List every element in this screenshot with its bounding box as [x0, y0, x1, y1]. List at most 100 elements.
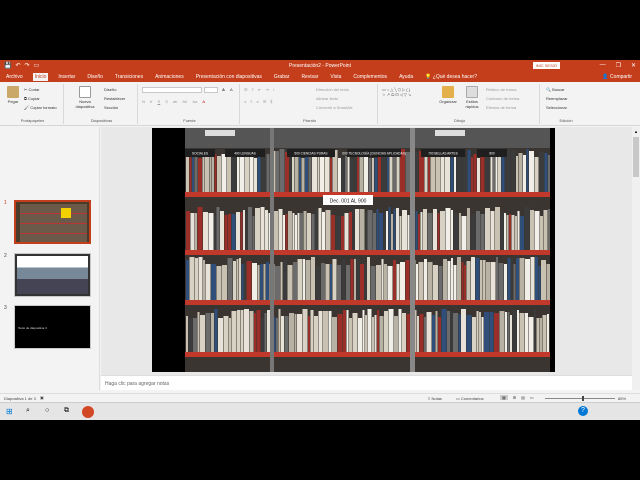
bold-icon[interactable]: N: [142, 99, 145, 104]
shadow-icon[interactable]: ab: [173, 99, 177, 104]
slide-thumbnail-2[interactable]: [14, 253, 91, 297]
book-spine: [227, 258, 233, 300]
align-center-icon[interactable]: ≡: [250, 99, 252, 104]
case-icon[interactable]: Aa: [192, 99, 197, 104]
strikethrough-icon[interactable]: S: [165, 99, 168, 104]
book-spine: [519, 313, 525, 352]
arrange-button[interactable]: Organizar: [436, 86, 460, 104]
align-text-button[interactable]: Alinear texto: [316, 96, 338, 101]
book-spine: [453, 265, 457, 300]
accessibility-icon[interactable]: ▣: [40, 395, 44, 400]
bullets-icon[interactable]: ☰: [244, 87, 248, 92]
editing-group: 🔍 Buscar Reemplazar Seleccionar Edición: [542, 84, 590, 124]
tab-inicio[interactable]: Inicio: [32, 73, 49, 81]
columns-icon[interactable]: ⫼: [270, 99, 272, 104]
task-view-icon[interactable]: ⧉: [64, 407, 69, 415]
indent-icon[interactable]: ⇤: [258, 87, 261, 92]
font-name-field[interactable]: [142, 87, 202, 93]
zoom-slider[interactable]: [545, 398, 615, 399]
tab-vista[interactable]: Vista: [328, 73, 343, 81]
reset-button[interactable]: Restablecer: [104, 96, 125, 101]
help-icon[interactable]: ?: [578, 406, 588, 416]
cut-label: Cortar: [28, 87, 40, 92]
slideshow-view-icon[interactable]: ▭: [530, 395, 534, 400]
vertical-scrollbar[interactable]: ▲: [632, 127, 640, 390]
slide-thumbnail-3[interactable]: Texto de diapositiva 3: [14, 305, 91, 349]
tab-animaciones[interactable]: Animaciones: [153, 73, 186, 81]
underline-icon[interactable]: S: [158, 99, 161, 104]
tab-insertar[interactable]: Insertar: [56, 73, 77, 81]
book-spine: [284, 316, 289, 352]
outdent-icon[interactable]: ⇥: [265, 87, 268, 92]
tab-revisar[interactable]: Revisar: [299, 73, 320, 81]
tab-ayuda[interactable]: Ayuda: [397, 73, 415, 81]
bookshelf-photo[interactable]: SOCIALES 400 LENGUAS 500 CIENCIAS PURAS 600…: [185, 128, 550, 372]
tab-diseno[interactable]: Diseño: [85, 73, 105, 81]
windows-icon[interactable]: ⊞: [6, 407, 13, 416]
shape-fill-button[interactable]: Relleno de forma: [486, 87, 516, 92]
close-button[interactable]: ✕: [631, 62, 636, 69]
comments-toggle[interactable]: ▭ Comentarios: [456, 396, 484, 401]
search-icon[interactable]: ⌕: [26, 407, 30, 415]
find-button[interactable]: 🔍 Buscar: [546, 87, 565, 92]
share-button[interactable]: 👤 Compartir: [602, 74, 632, 80]
book-spine: [472, 317, 476, 352]
smartart-button[interactable]: Convertir a SmartArt: [316, 105, 352, 110]
minimize-button[interactable]: —: [600, 62, 606, 69]
select-button[interactable]: Seleccionar: [546, 105, 567, 110]
tab-grabar[interactable]: Grabar: [272, 73, 292, 81]
book-spine: [332, 317, 337, 352]
font-size-field[interactable]: [204, 87, 218, 93]
book-spine: [512, 310, 517, 352]
restore-button[interactable]: ❐: [616, 62, 621, 69]
tell-me-search[interactable]: 💡 ¿Qué desea hacer?: [423, 73, 479, 81]
scroll-up-icon[interactable]: ▲: [634, 129, 638, 134]
new-slide-button[interactable]: Nueva diapositiva: [70, 86, 100, 109]
line-spacing-icon[interactable]: ↕: [273, 87, 275, 92]
book-spine: [524, 207, 530, 250]
section-button[interactable]: Sección: [104, 105, 118, 110]
book-spine: [205, 313, 211, 352]
reading-view-icon[interactable]: ▤: [521, 395, 525, 400]
tab-transiciones[interactable]: Transiciones: [113, 73, 145, 81]
numbering-icon[interactable]: ≡: [252, 87, 254, 92]
slide-thumbnail-1[interactable]: [14, 200, 91, 244]
tab-presentacion[interactable]: Presentación con diapositivas: [194, 73, 264, 81]
book-spine: [535, 257, 538, 300]
grow-font-button[interactable]: A: [222, 87, 225, 92]
text-direction-button[interactable]: Dirección del texto: [316, 87, 349, 92]
current-slide[interactable]: SOCIALES 400 LENGUAS 500 CIENCIAS PURAS 600…: [152, 128, 555, 372]
powerpoint-icon[interactable]: [82, 406, 94, 418]
italic-icon[interactable]: K: [150, 99, 153, 104]
shape-effects-button[interactable]: Efectos de forma: [486, 105, 516, 110]
zoom-level[interactable]: 85%: [618, 396, 626, 401]
format-painter-button[interactable]: 🖌 Copiar formato: [24, 105, 57, 110]
font-color-icon[interactable]: A: [202, 99, 205, 104]
normal-view-icon[interactable]: ▦: [500, 395, 508, 400]
layout-button[interactable]: Diseño: [104, 87, 116, 92]
align-left-icon[interactable]: ⫷: [244, 99, 246, 104]
notes-toggle[interactable]: ≡ Notas: [428, 396, 442, 401]
copy-button[interactable]: ⧉ Copiar: [24, 96, 40, 101]
tab-complementos[interactable]: Complementos: [351, 73, 389, 81]
book-spine: [189, 257, 195, 300]
justify-icon[interactable]: ☰: [263, 99, 267, 104]
align-right-icon[interactable]: ⫸: [257, 99, 259, 104]
replace-button[interactable]: Reemplazar: [546, 96, 568, 101]
shape-outline-button[interactable]: Contorno de forma: [486, 96, 519, 101]
spacing-icon[interactable]: AV: [182, 99, 187, 104]
paste-button[interactable]: Pegar: [3, 86, 23, 104]
shrink-font-button[interactable]: A: [230, 87, 233, 92]
cortana-icon[interactable]: ○: [45, 407, 49, 414]
sign-in-button[interactable]: INIC SESIÓ: [532, 62, 560, 69]
zoom-slider-thumb[interactable]: [582, 396, 584, 401]
book-spine: [480, 214, 485, 250]
tab-archivo[interactable]: Archivo: [4, 73, 25, 81]
quick-styles-button[interactable]: Estilos rápidos: [460, 86, 484, 109]
shapes-gallery[interactable]: ▭○△╲⬠▷{}☆↗⬭⊡◁▽↘: [382, 87, 432, 111]
sorter-view-icon[interactable]: ⊞: [513, 395, 516, 400]
scroll-thumb[interactable]: [633, 137, 639, 177]
notes-pane[interactable]: Haga clic para agregar notas: [101, 375, 632, 390]
cut-button[interactable]: ✂ Cortar: [24, 87, 40, 92]
book-spine: [457, 257, 461, 300]
